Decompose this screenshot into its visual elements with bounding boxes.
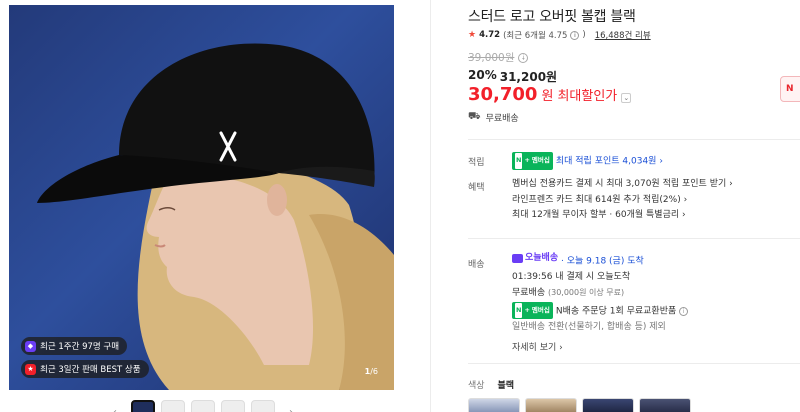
recent-purchase-text: 최근 1주간 97명 구매 [40, 342, 120, 352]
thumbnail[interactable] [221, 400, 245, 412]
best-price: 30,700 [468, 84, 538, 105]
truck-icon: ⛟ [468, 111, 481, 122]
divider [430, 0, 431, 412]
recent-purchase-badge: ◆ 최근 1주간 97명 구매 [21, 337, 128, 355]
best-price-label: 최대할인가 [557, 89, 618, 104]
thumbnail[interactable] [161, 400, 185, 412]
original-price: 39,000원 i [468, 50, 529, 65]
benefit-item[interactable]: 라인프렌즈 카드 최대 614원 추가 적립(2%) › [512, 193, 733, 209]
color-swatch[interactable] [582, 398, 634, 412]
today-delivery-date: · 오늘 9.18 (금) 도착 [561, 256, 644, 267]
delivery-info: 오늘배송 · 오늘 9.18 (금) 도착 01:39:56 내 결제 시 오늘… [512, 251, 689, 357]
pill-plus: + [524, 305, 530, 314]
chevron-right-icon: › [659, 156, 663, 167]
today-delivery-icon [512, 254, 523, 264]
naver-side-button-label: N [786, 84, 794, 94]
today-delivery-row: 오늘배송 · 오늘 9.18 (금) 도착 [512, 251, 688, 270]
nship-text: N배송 주문당 1회 무료교환반품 [555, 306, 677, 316]
pill-plus: + [524, 156, 530, 164]
chevron-down-icon[interactable]: ⌄ [621, 93, 632, 103]
color-swatch[interactable] [468, 398, 520, 412]
benefit-item[interactable]: 최대 12개월 무이자 할부 · 60개월 특별금리 › [512, 208, 733, 224]
thumbnail[interactable] [251, 400, 275, 412]
model-photo [37, 43, 394, 390]
countdown: 01:39:56 [512, 271, 553, 282]
color-label: 색상 [468, 381, 485, 391]
divider [468, 139, 800, 140]
free-shipping-condition: (30,000원 이상 무료) [548, 288, 625, 298]
rating-recent: (최근 6개월 4.75 [503, 31, 568, 41]
free-shipping-text: 무료배송 [485, 114, 519, 124]
benefits-list: 멤버십 전용카드 결제 시 최대 3,070원 적립 포인트 받기 › 라인프렌… [512, 177, 733, 224]
naver-plus-membership-badge: N + 멤버십 [512, 152, 553, 170]
thumbnail[interactable] [131, 400, 155, 412]
delivery-more-link[interactable]: 자세히 보기 › [512, 341, 688, 357]
rating-row: ★ 4.72 (최근 6개월 4.75 i) 16,488건 리뷰 [468, 29, 651, 41]
color-option-row: 색상 블랙 [468, 378, 514, 391]
cart-icon: ◆ [25, 340, 36, 352]
today-delivery-badge: 오늘배송 [512, 251, 558, 267]
color-swatch[interactable] [525, 398, 577, 412]
thumb-next-icon[interactable]: › [281, 407, 301, 412]
points-label: 적립 [468, 158, 485, 168]
color-swatches [468, 398, 691, 412]
sale-price-row: 20% 31,200원 [468, 68, 557, 85]
pill-member: 멤버십 [531, 305, 550, 314]
countdown-row: 01:39:56 내 결제 시 오늘도착 [512, 270, 688, 286]
delivery-label: 배송 [468, 260, 485, 270]
color-value: 블랙 [497, 381, 514, 391]
benefits-label: 혜택 [468, 183, 485, 193]
naver-side-button[interactable]: N [780, 76, 800, 102]
product-title: 스터드 로고 오버핏 볼캡 블랙 [468, 9, 636, 25]
countdown-text: 내 결제 시 오늘도착 [555, 271, 631, 282]
general-delivery-note: 일반배송 전환(선물하기, 합배송 등) 제외 [512, 321, 666, 332]
trophy-icon: ★ [25, 363, 36, 375]
free-shipping: ⛟ 무료배송 [468, 111, 519, 124]
max-points-text: 최대 적립 포인트 4,034원 [555, 156, 657, 167]
discount-rate: 20% [468, 68, 497, 82]
rating-score: 4.72 [479, 30, 501, 40]
product-image[interactable]: ◆ 최근 1주간 97명 구매 ★ 최근 3일간 판매 BEST 상품 1/6 [9, 5, 394, 390]
divider [468, 363, 800, 364]
info-icon[interactable]: i [518, 52, 529, 63]
divider [468, 238, 800, 239]
image-counter: 1/6 [364, 367, 378, 376]
naver-plus-membership-badge: N + 멤버십 [512, 301, 553, 320]
reviews-link[interactable]: 16,488건 리뷰 [595, 29, 651, 41]
rating-recent-close: ) [582, 30, 586, 40]
sale-price: 31,200원 [499, 70, 558, 84]
best-seller-badge: ★ 최근 3일간 판매 BEST 상품 [21, 360, 149, 378]
thumb-prev-icon[interactable]: ‹ [105, 407, 125, 412]
best-seller-text: 최근 3일간 판매 BEST 상품 [40, 365, 141, 375]
points-row[interactable]: N + 멤버십 최대 적립 포인트 4,034원 › [512, 152, 663, 170]
pill-member: 멤버십 [531, 156, 550, 164]
benefit-item[interactable]: 멤버십 전용카드 결제 시 최대 3,070원 적립 포인트 받기 › [512, 177, 733, 193]
free-shipping-label: 무료배송 [512, 288, 546, 299]
pill-n: N [515, 302, 523, 319]
thumbnail[interactable] [191, 400, 215, 412]
best-price-row[interactable]: 30,700 원 최대할인가 ⌄ [468, 84, 632, 105]
original-price-value: 39,000원 [468, 52, 515, 64]
info-icon[interactable]: i [679, 307, 689, 317]
info-icon[interactable]: i [570, 30, 580, 40]
nship-row: N + 멤버십 N배송 주문당 1회 무료교환반품 i [512, 301, 689, 320]
pill-n: N [515, 153, 523, 169]
color-swatch[interactable] [639, 398, 691, 412]
star-icon: ★ [468, 30, 477, 40]
best-price-currency: 원 [541, 89, 554, 104]
today-delivery-label: 오늘배송 [525, 253, 559, 263]
free-shipping-row: 무료배송 (30,000원 이상 무료) [512, 285, 688, 302]
thumbnail-strip: ‹ › [105, 400, 301, 412]
